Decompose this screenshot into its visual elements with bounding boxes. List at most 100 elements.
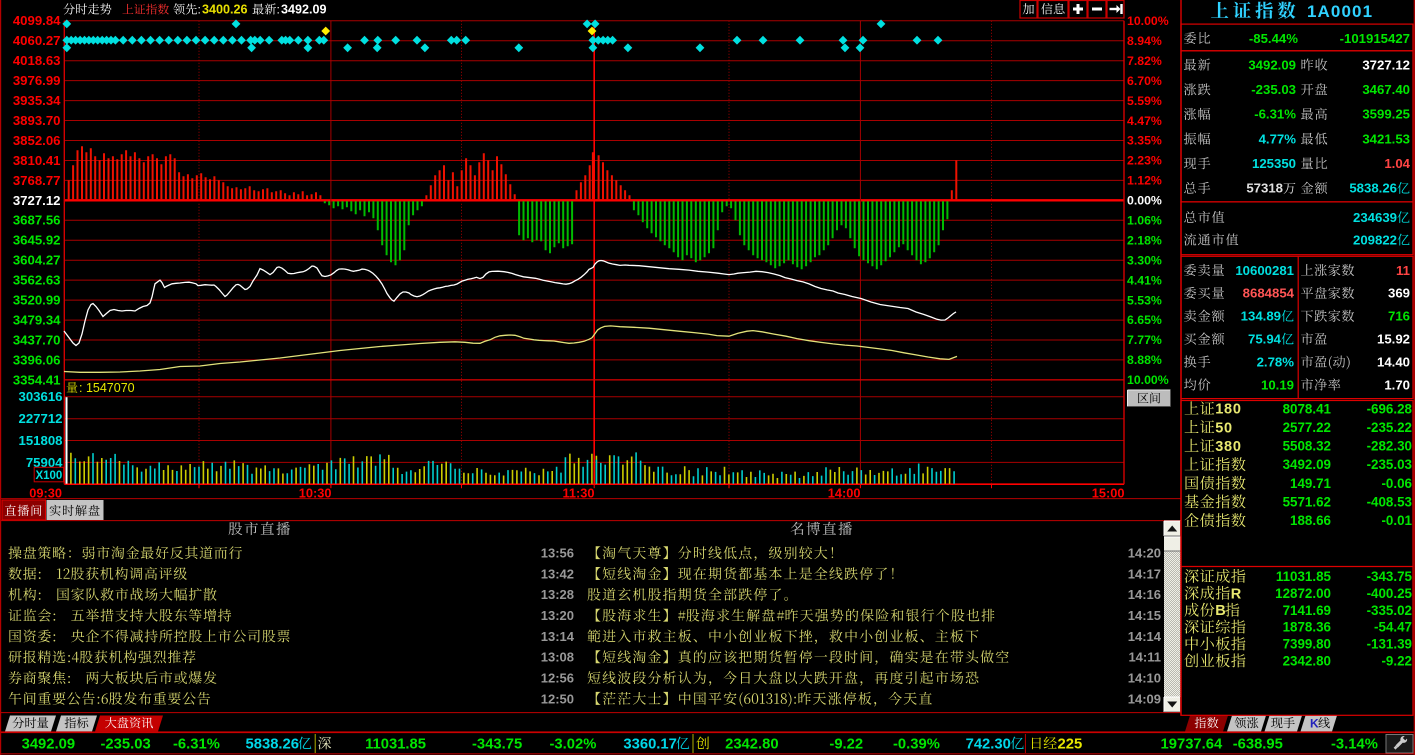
svg-text:2342.80: 2342.80 <box>1283 654 1331 669</box>
svg-text:4.77%: 4.77% <box>1259 131 1297 146</box>
svg-text:3354.41: 3354.41 <box>13 372 61 387</box>
svg-text:4018.63: 4018.63 <box>13 53 61 68</box>
svg-text:151808: 151808 <box>18 433 62 448</box>
svg-text:716: 716 <box>1388 309 1410 324</box>
svg-text:-408.53: -408.53 <box>1367 495 1412 510</box>
svg-text:3421.53: 3421.53 <box>1362 131 1410 146</box>
svg-text::: : <box>198 3 201 17</box>
svg-text:369: 369 <box>1388 286 1410 301</box>
svg-text:2.78%: 2.78% <box>1257 354 1295 369</box>
svg-text:-696.28: -696.28 <box>1367 401 1413 416</box>
svg-text:-131.39: -131.39 <box>1367 637 1412 652</box>
svg-text:11031.85: 11031.85 <box>1276 569 1332 584</box>
svg-text:3492.09: 3492.09 <box>22 736 76 752</box>
svg-text:3810.41: 3810.41 <box>13 153 61 168</box>
svg-text:3467.40: 3467.40 <box>1362 82 1410 97</box>
svg-text:8.88%: 8.88% <box>1127 353 1162 367</box>
svg-text:3768.77: 3768.77 <box>13 173 61 188</box>
svg-text:-6.31%: -6.31% <box>173 736 220 752</box>
svg-text:-343.75: -343.75 <box>472 736 522 752</box>
svg-text:14:17: 14:17 <box>1128 566 1161 581</box>
svg-text:: 1547070: : 1547070 <box>79 381 135 395</box>
svg-text:4099.84: 4099.84 <box>13 13 61 28</box>
svg-text:-9.22: -9.22 <box>829 736 863 752</box>
svg-text:7141.69: 7141.69 <box>1283 603 1331 618</box>
svg-text:180: 180 <box>1215 402 1242 418</box>
svg-text:5508.32: 5508.32 <box>1283 439 1331 454</box>
svg-text:14:14: 14:14 <box>1128 629 1162 644</box>
svg-text:13:14: 13:14 <box>541 629 575 644</box>
svg-text:6.65%: 6.65% <box>1127 313 1162 327</box>
svg-text:-235.22: -235.22 <box>1367 420 1412 435</box>
svg-text:4.47%: 4.47% <box>1127 114 1162 128</box>
svg-text:3645.92: 3645.92 <box>13 233 61 248</box>
svg-text:13:08: 13:08 <box>541 650 574 665</box>
svg-text:5.53%: 5.53% <box>1127 293 1162 307</box>
svg-text:14:16: 14:16 <box>1128 587 1161 602</box>
svg-text:-6.31%: -6.31% <box>1254 107 1296 122</box>
svg-text:-235.03: -235.03 <box>101 736 151 752</box>
svg-text:2.18%: 2.18% <box>1127 233 1162 247</box>
svg-text:13:42: 13:42 <box>541 566 574 581</box>
svg-text:-3.02%: -3.02% <box>550 736 597 752</box>
svg-text:3727.12: 3727.12 <box>1362 57 1410 72</box>
svg-text:75.94: 75.94 <box>1248 332 1282 347</box>
svg-text:11: 11 <box>1396 263 1410 278</box>
svg-text:R: R <box>1231 586 1242 602</box>
svg-text:0.00%: 0.00% <box>1127 194 1162 208</box>
svg-text:3976.99: 3976.99 <box>13 73 61 88</box>
svg-text:7399.80: 7399.80 <box>1283 637 1331 652</box>
svg-text:8.94%: 8.94% <box>1127 34 1162 48</box>
svg-text:57318: 57318 <box>1246 181 1283 196</box>
svg-text:14.40: 14.40 <box>1377 354 1410 369</box>
svg-text:3687.56: 3687.56 <box>13 213 61 228</box>
svg-text:209822: 209822 <box>1353 232 1397 247</box>
svg-text:50: 50 <box>1215 420 1233 436</box>
svg-text:10.00%: 10.00% <box>1127 14 1169 28</box>
svg-text:134.89: 134.89 <box>1241 309 1281 324</box>
svg-text:14:11: 14:11 <box>1128 650 1161 665</box>
svg-text:12:50: 12:50 <box>541 691 574 706</box>
svg-text:-9.22: -9.22 <box>1381 654 1412 669</box>
svg-text:13:56: 13:56 <box>541 546 574 561</box>
svg-text:15.92: 15.92 <box>1377 332 1410 347</box>
svg-text:-282.30: -282.30 <box>1367 439 1412 454</box>
svg-text:3437.70: 3437.70 <box>13 332 61 347</box>
svg-text:2.23%: 2.23% <box>1127 154 1162 168</box>
svg-text:14:09: 14:09 <box>1128 691 1161 706</box>
svg-text:10.00%: 10.00% <box>1127 373 1169 387</box>
svg-text:2342.80: 2342.80 <box>725 736 779 752</box>
svg-text:3492.09: 3492.09 <box>1248 57 1296 72</box>
svg-text:1.12%: 1.12% <box>1127 174 1162 188</box>
svg-text:6.70%: 6.70% <box>1127 74 1162 88</box>
svg-text:14:15: 14:15 <box>1128 608 1161 623</box>
svg-text:125350: 125350 <box>1252 156 1296 171</box>
svg-text:1.70: 1.70 <box>1384 377 1410 392</box>
svg-text:-0.39%: -0.39% <box>893 736 940 752</box>
svg-text:-235.03: -235.03 <box>1251 82 1296 97</box>
svg-text:149.71: 149.71 <box>1290 476 1332 491</box>
svg-text:5838.26: 5838.26 <box>246 736 300 752</box>
svg-text:-335.02: -335.02 <box>1367 603 1412 618</box>
svg-text:303616: 303616 <box>18 389 62 404</box>
svg-text:-101915427: -101915427 <box>1340 31 1410 46</box>
svg-text:3400.26: 3400.26 <box>202 3 248 17</box>
svg-text:4060.27: 4060.27 <box>13 33 61 48</box>
svg-text:225: 225 <box>1058 736 1083 752</box>
svg-text:3893.70: 3893.70 <box>13 113 61 128</box>
svg-text:B: B <box>1215 603 1226 619</box>
svg-text:227712: 227712 <box>18 411 62 426</box>
svg-text:12872.00: 12872.00 <box>1275 586 1331 601</box>
svg-text:1878.36: 1878.36 <box>1283 620 1331 635</box>
svg-text:10600281: 10600281 <box>1235 263 1294 278</box>
svg-text:3492.09: 3492.09 <box>1283 457 1331 472</box>
svg-text:14:20: 14:20 <box>1128 546 1161 561</box>
svg-text:14:10: 14:10 <box>1128 671 1161 686</box>
svg-text:1A0001: 1A0001 <box>1307 2 1373 21</box>
svg-text:7.82%: 7.82% <box>1127 54 1162 68</box>
svg-text:K: K <box>1310 716 1319 730</box>
svg-text:3396.06: 3396.06 <box>13 352 61 367</box>
svg-text:-638.95: -638.95 <box>1233 736 1283 752</box>
svg-text:3852.06: 3852.06 <box>13 133 61 148</box>
svg-text:13:28: 13:28 <box>541 587 574 602</box>
